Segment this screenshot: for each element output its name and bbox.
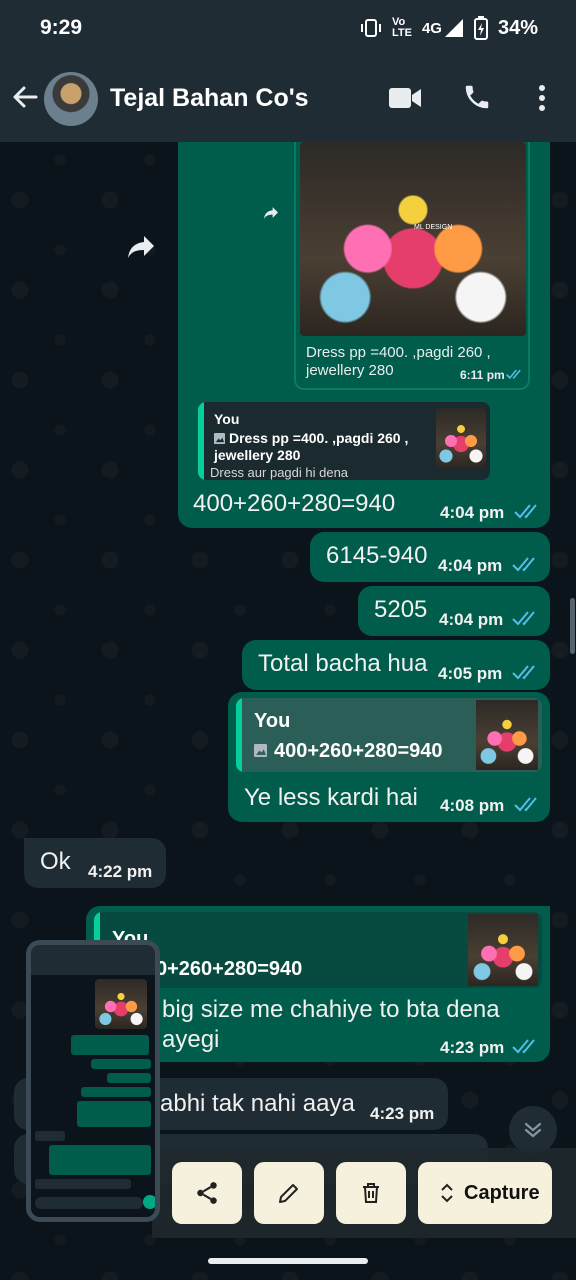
read-ticks-icon (512, 611, 535, 626)
message-text: abhi tak nahi aaya (160, 1090, 355, 1117)
image-caption: Dress pp =400. ,pagdi 260 , (306, 344, 491, 361)
status-icons: Vo LTE 4G 34% (360, 16, 538, 40)
message-time: 4:08 pm (440, 796, 505, 815)
preview-bubble (77, 1101, 151, 1127)
read-ticks-icon (512, 665, 535, 680)
read-ticks-icon (512, 1039, 535, 1054)
forward-arrow-icon[interactable] (262, 206, 280, 220)
message-time: 4:04 pm (438, 556, 503, 575)
message-text: 6145-940 (326, 542, 428, 569)
message-bubble-incoming[interactable]: Ok 4:22 pm (24, 838, 166, 888)
message-time: 4:05 pm (438, 664, 503, 683)
status-time: 9:29 (40, 16, 83, 39)
preview-bubble (91, 1059, 151, 1069)
network-label: 4G (421, 19, 442, 37)
screenshot-preview[interactable] (26, 940, 160, 1222)
pencil-icon (279, 1184, 298, 1203)
forward-arrow-icon[interactable] (126, 234, 156, 260)
quote-text-3: Dress aur pagdi hi dena (210, 465, 349, 480)
image-icon (214, 433, 225, 444)
gesture-nav-bar[interactable] (208, 1258, 368, 1264)
quoted-message[interactable]: You Dress pp =400. ,pagdi 260 , jeweller… (198, 402, 490, 480)
share-button[interactable] (172, 1162, 242, 1224)
image-caption-2: jewellery 280 (306, 362, 394, 379)
screenshot-toolbar: Capture (152, 1148, 576, 1238)
image-message[interactable]: ML DESIGN Dress pp =400. ,pagdi 260 , je… (294, 142, 530, 390)
read-ticks-icon (512, 557, 535, 572)
image-icon (254, 744, 267, 757)
quote-thumbnail (476, 700, 538, 770)
preview-input (35, 1197, 143, 1209)
message-bubble-reply[interactable]: ML DESIGN Dress pp =400. ,pagdi 260 , je… (178, 142, 550, 528)
read-ticks-icon (506, 369, 521, 380)
message-text: big size me chahiye to bta dena (162, 996, 500, 1023)
preview-bubble (35, 1179, 131, 1189)
message-time: 6:11 pm (460, 368, 505, 382)
preview-bubble (35, 1131, 65, 1141)
quote-text: Dress pp =400. ,pagdi 260 , (229, 430, 409, 446)
contact-name[interactable]: Tejal Bahan Co's (110, 84, 309, 113)
quoted-message[interactable]: You 0+260+280=940 (94, 912, 542, 988)
message-text-2: ayegi (162, 1026, 220, 1053)
message-time: 4:23 pm (440, 1038, 505, 1057)
quote-text-2: jewellery 280 (214, 447, 301, 463)
share-icon (197, 1182, 217, 1204)
preview-bubble (49, 1145, 151, 1175)
message-text: 400+260+280=940 (193, 490, 396, 517)
battery-icon (473, 16, 488, 40)
message-text: Ok (40, 848, 71, 875)
video-call-icon[interactable] (388, 86, 422, 110)
read-ticks-icon (514, 797, 537, 812)
message-bubble-outgoing[interactable]: 5205 4:04 pm (358, 586, 550, 636)
status-bar: 9:29 Vo LTE 4G 34% (0, 0, 576, 58)
delete-button[interactable] (336, 1162, 406, 1224)
scroll-down-button[interactable] (509, 1106, 557, 1154)
more-vertical-icon[interactable] (532, 82, 552, 114)
battery-percent: 34% (497, 16, 538, 39)
edit-button[interactable] (254, 1162, 324, 1224)
volte-label: Vo LTE (391, 16, 412, 39)
chevron-up-down-icon (441, 1183, 453, 1203)
quote-thumbnail (468, 914, 538, 986)
quote-thumbnail (436, 408, 486, 468)
preview-bubble (107, 1073, 151, 1083)
capture-label: Capture (464, 1181, 540, 1204)
message-bubble-outgoing[interactable]: 6145-940 4:04 pm (310, 532, 550, 582)
preview-image (95, 979, 147, 1029)
message-text: Ye less kardi hai (244, 784, 418, 811)
quote-author: You (254, 710, 291, 732)
chat-header: Tejal Bahan Co's (0, 58, 576, 142)
quote-text: 400+260+280=940 (274, 740, 443, 762)
preview-bubble (71, 1035, 149, 1055)
signal-icon (444, 19, 463, 37)
arrow-left-icon[interactable] (10, 82, 40, 112)
message-time: 4:23 pm (370, 1104, 435, 1123)
read-ticks-icon (514, 504, 537, 519)
quoted-message[interactable]: You 400+260+280=940 (236, 698, 542, 772)
message-time: 4:04 pm (439, 610, 504, 629)
capture-button[interactable]: Capture (418, 1162, 552, 1224)
image-watermark: ML DESIGN (414, 224, 453, 231)
avatar[interactable] (44, 72, 98, 126)
quote-text: 0+260+280=940 (156, 958, 303, 980)
phone-icon[interactable] (462, 82, 492, 112)
message-text: 5205 (374, 596, 428, 623)
scrollbar[interactable] (570, 598, 575, 654)
message-image[interactable]: ML DESIGN (300, 142, 526, 336)
preview-header (31, 945, 155, 975)
vibrate-icon (360, 19, 381, 37)
quote-author: You (214, 411, 240, 427)
message-bubble-reply[interactable]: You 400+260+280=940 Ye less kardi hai 4:… (228, 692, 550, 822)
trash-icon (363, 1183, 379, 1203)
message-time: 4:22 pm (88, 862, 153, 881)
message-text: Total bacha hua (258, 650, 428, 677)
message-bubble-outgoing[interactable]: Total bacha hua 4:05 pm (242, 640, 550, 690)
message-time: 4:04 pm (440, 503, 505, 522)
chevrons-down-icon (524, 1122, 542, 1138)
preview-bubble (81, 1087, 151, 1097)
preview-send (143, 1195, 155, 1209)
